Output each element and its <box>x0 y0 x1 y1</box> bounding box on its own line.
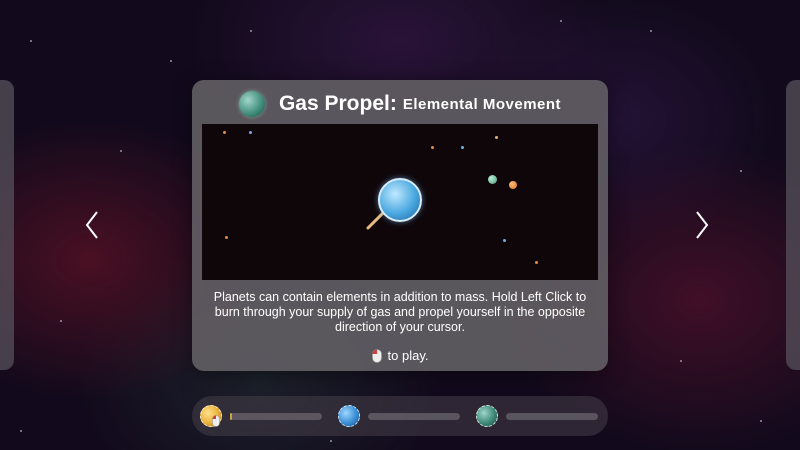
next-level-button[interactable] <box>691 208 713 242</box>
level-slot-3[interactable] <box>476 404 598 428</box>
level-progress-fill <box>230 413 232 420</box>
player-planet <box>378 178 422 222</box>
previous-level-card[interactable] <box>0 80 14 370</box>
preview-star <box>503 239 506 242</box>
orange-planet <box>509 181 517 189</box>
chevron-right-icon <box>696 211 709 239</box>
level-progress-track <box>506 413 598 420</box>
level-card[interactable]: Gas Propel: Elemental Movement Planets c… <box>192 80 608 371</box>
level-subtitle: Elemental Movement <box>402 95 562 113</box>
level-selector <box>192 396 608 436</box>
teal-gas-planet-icon <box>238 91 265 117</box>
preview-star <box>461 146 464 149</box>
preview-star <box>249 131 252 134</box>
blue-planet-icon[interactable] <box>338 405 360 427</box>
play-prompt: to play. <box>192 348 608 363</box>
level-progress-track <box>368 413 460 420</box>
level-slot-1[interactable] <box>200 404 322 428</box>
level-title: Gas Propel: <box>278 92 397 115</box>
preview-star <box>223 131 226 134</box>
play-prompt-text: to play. <box>387 348 429 363</box>
teal-planet-icon[interactable] <box>476 405 498 427</box>
preview-star <box>225 236 228 239</box>
chevron-left-icon <box>85 211 98 239</box>
green-planet <box>488 175 497 184</box>
preview-star <box>495 136 498 139</box>
prev-level-button[interactable] <box>81 208 103 242</box>
next-level-card[interactable] <box>786 80 800 370</box>
level-progress-track <box>230 413 322 420</box>
preview-star <box>431 146 434 149</box>
level-preview <box>202 124 598 280</box>
mouse-left-click-icon <box>371 348 382 363</box>
mouse-cursor-icon <box>212 415 220 427</box>
level-card-header: Gas Propel: Elemental Movement <box>192 88 608 120</box>
level-slot-2[interactable] <box>338 404 460 428</box>
preview-star <box>535 261 538 264</box>
level-description: Planets can contain elements in addition… <box>213 290 587 334</box>
